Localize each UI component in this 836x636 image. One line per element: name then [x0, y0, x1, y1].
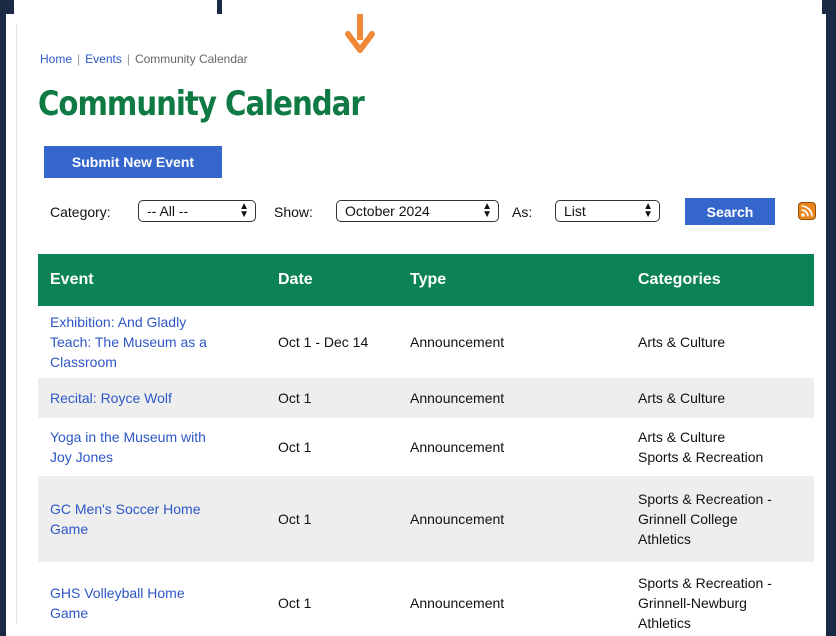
event-link-line: GHS Volleyball Home [50, 585, 185, 601]
date-cell: Oct 1 [278, 511, 312, 527]
category-label: Category: [50, 204, 111, 220]
event-cell: Recital: Royce Wolf [38, 378, 266, 418]
date-cell: Oct 1 - Dec 14 [278, 334, 369, 350]
header-date[interactable]: Date [266, 254, 398, 306]
type-cell: Announcement [410, 390, 505, 406]
content-border-line [16, 24, 17, 624]
breadcrumb-separator: | [126, 52, 130, 66]
show-select-value: October 2024 [345, 203, 430, 219]
categories-cell: Arts & Culture Sports & Recreation [626, 418, 814, 476]
event-cell: Exhibition: And Gladly Teach: The Museum … [38, 306, 266, 378]
categories-cell: Sports & Recreation - Grinnell College Ath… [626, 476, 814, 562]
category-text: Arts & Culture [638, 390, 726, 406]
breadcrumb-separator: | [77, 52, 81, 66]
as-label: As: [512, 204, 533, 220]
category-text: Athletics [638, 531, 691, 547]
submit-new-event-button[interactable]: Submit New Event [44, 146, 222, 178]
event-link-line: Teach: The Museum as a [50, 334, 207, 350]
show-label: Show: [274, 204, 313, 220]
type-cell: Announcement [410, 334, 505, 350]
date-cell: Oct 1 [278, 595, 312, 611]
categories-cell: Sports & Recreation - Grinnell-Newburg Ath… [626, 562, 814, 636]
filter-bar: Category: -- All -- ▲ ▼ Show: October 202… [50, 198, 830, 226]
event-link[interactable]: Recital: Royce Wolf [50, 390, 172, 406]
event-link[interactable]: GHS Volleyball Home Game [50, 585, 185, 621]
breadcrumb-home-link[interactable]: Home [40, 52, 72, 66]
select-caret-icon: ▲ ▼ [239, 201, 249, 220]
category-select-value: -- All -- [147, 203, 189, 219]
as-select[interactable]: List ▲ ▼ [555, 200, 660, 222]
table-row: Recital: Royce Wolf Oct 1 Announcement A… [38, 378, 814, 418]
event-link-line: Joy Jones [50, 449, 114, 465]
category-text: Grinnell College [638, 511, 738, 527]
event-link[interactable]: Yoga in the Museum with Joy Jones [50, 429, 206, 465]
header-type[interactable]: Type [398, 254, 626, 306]
category-text: Sports & Recreation - [638, 491, 772, 507]
table-row: GHS Volleyball Home Game Oct 1 Announceme… [38, 562, 814, 636]
event-cell: GC Men's Soccer Home Game [38, 476, 266, 562]
date-cell: Oct 1 [278, 390, 312, 406]
type-cell: Announcement [410, 595, 505, 611]
event-link-line: Yoga in the Museum with [50, 429, 206, 445]
search-button[interactable]: Search [685, 198, 775, 225]
category-text: Sports & Recreation - [638, 575, 772, 591]
as-select-value: List [564, 203, 586, 219]
header-event[interactable]: Event [38, 254, 266, 306]
category-text: Arts & Culture [638, 334, 726, 350]
select-caret-icon: ▲ ▼ [482, 201, 492, 220]
events-table: Event Date Type Categories Exhibition: A… [38, 254, 814, 636]
type-cell: Announcement [410, 439, 505, 455]
category-select[interactable]: -- All -- ▲ ▼ [138, 200, 256, 222]
event-cell: Yoga in the Museum with Joy Jones [38, 418, 266, 476]
event-link[interactable]: Exhibition: And Gladly Teach: The Museum … [50, 314, 207, 370]
select-caret-icon: ▲ ▼ [643, 201, 653, 220]
categories-cell: Arts & Culture [626, 306, 814, 378]
event-link-line: Game [50, 605, 89, 621]
page-content: Home | Events | Community Calendar Community… [0, 14, 826, 636]
event-link-line: Classroom [50, 354, 117, 370]
event-link-line: Game [50, 521, 89, 537]
top-tab-fragment-left [14, 0, 219, 14]
down-arrow-icon [345, 14, 375, 53]
category-text: Grinnell-Newburg [638, 595, 747, 611]
event-link-line: GC Men's Soccer Home [50, 501, 201, 517]
breadcrumb: Home | Events | Community Calendar [40, 52, 248, 66]
table-row: GC Men's Soccer Home Game Oct 1 Announcem… [38, 476, 814, 562]
top-tab-fragment-right [222, 0, 822, 14]
table-row: Yoga in the Museum with Joy Jones Oct 1 A… [38, 418, 814, 476]
event-cell: GHS Volleyball Home Game [38, 562, 266, 636]
event-link[interactable]: GC Men's Soccer Home Game [50, 501, 201, 537]
category-text: Athletics [638, 615, 691, 631]
category-text: Sports & Recreation [638, 449, 764, 465]
rss-feed-icon[interactable] [798, 202, 816, 220]
categories-cell: Arts & Culture [626, 378, 814, 418]
breadcrumb-current: Community Calendar [134, 52, 248, 66]
table-row: Exhibition: And Gladly Teach: The Museum … [38, 306, 814, 378]
header-categories[interactable]: Categories [626, 254, 814, 306]
event-link-line: Exhibition: And Gladly [50, 314, 187, 330]
show-select[interactable]: October 2024 ▲ ▼ [336, 200, 499, 222]
page-title: Community Calendar [38, 84, 365, 124]
category-text: Arts & Culture [638, 429, 726, 445]
date-cell: Oct 1 [278, 439, 312, 455]
table-header-row: Event Date Type Categories [38, 254, 814, 306]
breadcrumb-events-link[interactable]: Events [85, 52, 122, 66]
type-cell: Announcement [410, 511, 505, 527]
